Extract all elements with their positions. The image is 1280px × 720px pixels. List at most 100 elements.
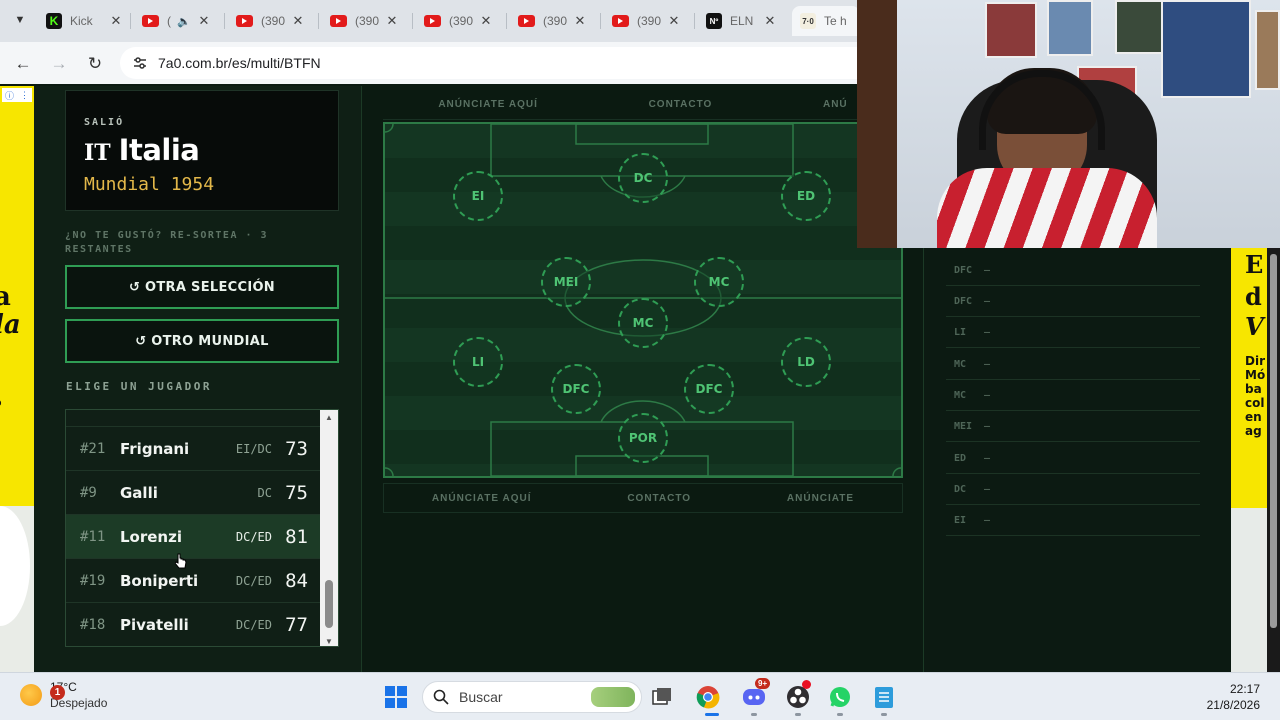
pitch-slot-li[interactable]: LI <box>453 337 503 387</box>
forward-button[interactable]: → <box>46 51 72 77</box>
close-tab-icon[interactable]: ✕ <box>290 13 306 29</box>
player-row-highlighted[interactable]: #11 Lorenzi DC/ED 81 <box>66 515 321 559</box>
retry-text: ¿NO TE GUSTÓ? RE-SORTEA · 3 RESTANTES <box>65 230 269 255</box>
pitch-slot-mc[interactable]: MC <box>618 298 668 348</box>
tab-active-site[interactable]: 7·0 Te h <box>792 6 860 36</box>
speaker-icon[interactable]: 🔈 <box>177 15 191 28</box>
search-highlight-image <box>591 687 635 707</box>
chrome-icon[interactable] <box>694 683 722 711</box>
close-tab-icon[interactable]: ✕ <box>196 13 212 29</box>
task-view-icon[interactable] <box>648 683 676 711</box>
player-row[interactable]: #9 Galli DC 75 <box>66 471 321 515</box>
pitch-slot-dfc[interactable]: DFC <box>551 364 601 414</box>
list-item[interactable] <box>66 410 321 427</box>
player-row[interactable]: #18 Pivatelli DC/ED 77 <box>66 603 321 646</box>
right-ad-banner[interactable]: E d V Dir Mó ba col en ag <box>1231 248 1267 508</box>
player-number: #11 <box>80 528 106 545</box>
player-position: DC/ED <box>235 573 272 588</box>
player-list[interactable]: #21 Frignani EI/DC 73 #9 Galli DC 75 #11… <box>65 409 339 647</box>
reload-button[interactable]: ↻ <box>82 51 108 77</box>
contact-link[interactable]: CONTACTO <box>649 99 713 110</box>
close-tab-icon[interactable]: ✕ <box>108 13 124 29</box>
tab-youtube[interactable]: (390 ✕ <box>236 6 306 36</box>
pitch-slot-ei[interactable]: EI <box>453 171 503 221</box>
site-info-icon[interactable] <box>130 53 150 73</box>
left-ad-banner[interactable]: ⓘ⋮ a la o <box>0 86 34 506</box>
kick-icon: K <box>46 13 62 29</box>
result-label: SALIÓ <box>84 117 125 128</box>
scrollbar-thumb[interactable] <box>325 580 333 628</box>
webcam-door <box>857 0 897 248</box>
close-tab-icon[interactable]: ✕ <box>762 13 778 29</box>
tab-youtube[interactable]: (390 ✕ <box>330 6 400 36</box>
pitch-slot-ld[interactable]: LD <box>781 337 831 387</box>
page-scrollbar-thumb[interactable] <box>1270 254 1277 628</box>
other-selection-button[interactable]: ↺ OTRA SELECCIÓN <box>65 265 339 309</box>
pitch-slot-dc[interactable]: DC <box>618 153 668 203</box>
lineup-row[interactable]: MEI — <box>946 411 1200 442</box>
lineup-value: — <box>984 326 991 338</box>
browser-toolbar: ← → ↻ 7a0.com.br/es/multi/BTFN <box>0 42 860 84</box>
scroll-up-icon[interactable]: ▲ <box>320 410 338 424</box>
tab-search-button[interactable]: ▼ <box>8 8 32 32</box>
lineup-row[interactable]: DFC — <box>946 255 1200 286</box>
lineup-row[interactable]: EI — <box>946 505 1200 536</box>
close-tab-icon[interactable]: ✕ <box>572 13 588 29</box>
address-bar[interactable]: 7a0.com.br/es/multi/BTFN <box>120 47 860 79</box>
discord-badge: 9+ <box>755 678 771 689</box>
lineup-row[interactable]: MC — <box>946 349 1200 380</box>
close-tab-icon[interactable]: ✕ <box>666 13 682 29</box>
close-tab-icon[interactable]: ✕ <box>384 13 400 29</box>
lineup-row[interactable]: DC — <box>946 474 1200 505</box>
ad-text: en <box>1245 410 1262 424</box>
tab-youtube[interactable]: (390 ✕ <box>518 6 588 36</box>
advertise-link[interactable]: ANÚNCIATE <box>787 493 854 504</box>
tab-youtube[interactable]: (390 ✕ <box>424 6 494 36</box>
pitch-slot-mc[interactable]: MC <box>694 257 744 307</box>
player-row[interactable]: #21 Frignani EI/DC 73 <box>66 427 321 471</box>
ad-info-icon[interactable]: ⓘ ⋮ <box>2 88 32 102</box>
tab-kick[interactable]: K Kick ✕ <box>46 6 124 36</box>
system-clock[interactable]: 22:17 21/8/2026 <box>1207 681 1260 713</box>
lineup-row[interactable]: MC — <box>946 380 1200 411</box>
advertise-link[interactable]: ANÚNCIATE AQUÍ <box>432 493 532 504</box>
advertise-link[interactable]: ANÚNCIATE AQUÍ <box>438 99 538 110</box>
player-list-scrollbar[interactable]: ▲ ▼ <box>320 410 338 646</box>
notepad-icon[interactable] <box>870 683 898 711</box>
lineup-value: — <box>984 420 991 432</box>
contact-link[interactable]: CONTACTO <box>627 493 691 504</box>
lineup-row[interactable]: DFC — <box>946 286 1200 317</box>
player-rating: 73 <box>285 437 308 460</box>
taskbar-search-input[interactable]: Buscar <box>422 681 642 713</box>
close-tab-icon[interactable]: ✕ <box>478 13 494 29</box>
tab-youtube-audio[interactable]: ( 🔈 ✕ <box>142 6 212 36</box>
pitch-slot-dfc[interactable]: DFC <box>684 364 734 414</box>
obs-icon[interactable] <box>784 680 812 711</box>
lineup-row[interactable]: ED — <box>946 443 1200 474</box>
windows-start-icon[interactable] <box>382 683 410 711</box>
other-worldcup-button[interactable]: ↺ OTRO MUNDIAL <box>65 319 339 363</box>
formation-area: ANÚNCIATE AQUÍ CONTACTO ANÚ DC EI ED MEI… <box>362 86 924 672</box>
whatsapp-icon[interactable] <box>826 683 854 711</box>
ad-text: Dir <box>1245 354 1265 368</box>
player-rating: 84 <box>285 569 308 592</box>
player-number: #19 <box>80 572 106 589</box>
youtube-icon <box>236 15 253 27</box>
weather-widget[interactable]: 1 17°C Despejado <box>20 679 107 711</box>
tab-youtube[interactable]: (390 ✕ <box>612 6 682 36</box>
pitch-slot-por[interactable]: POR <box>618 413 668 463</box>
player-row[interactable]: #19 Boniperti DC/ED 84 <box>66 559 321 603</box>
right-ad-image <box>1231 508 1267 672</box>
ad-bar-top: ANÚNCIATE AQUÍ CONTACTO ANÚ <box>383 90 903 120</box>
scroll-down-icon[interactable]: ▼ <box>320 634 338 646</box>
pitch-slot-ed[interactable]: ED <box>781 171 831 221</box>
back-button[interactable]: ← <box>10 51 36 77</box>
tab-eln[interactable]: Nº ELN ✕ <box>706 6 778 36</box>
lineup-row[interactable]: LI — <box>946 317 1200 348</box>
advertise-link[interactable]: ANÚ <box>823 99 848 110</box>
youtube-icon <box>612 15 629 27</box>
pitch-slot-mei[interactable]: MEI <box>541 257 591 307</box>
discord-icon[interactable]: 9+ <box>740 678 771 711</box>
player-position: DC <box>257 485 272 500</box>
recording-dot-icon <box>802 680 811 689</box>
